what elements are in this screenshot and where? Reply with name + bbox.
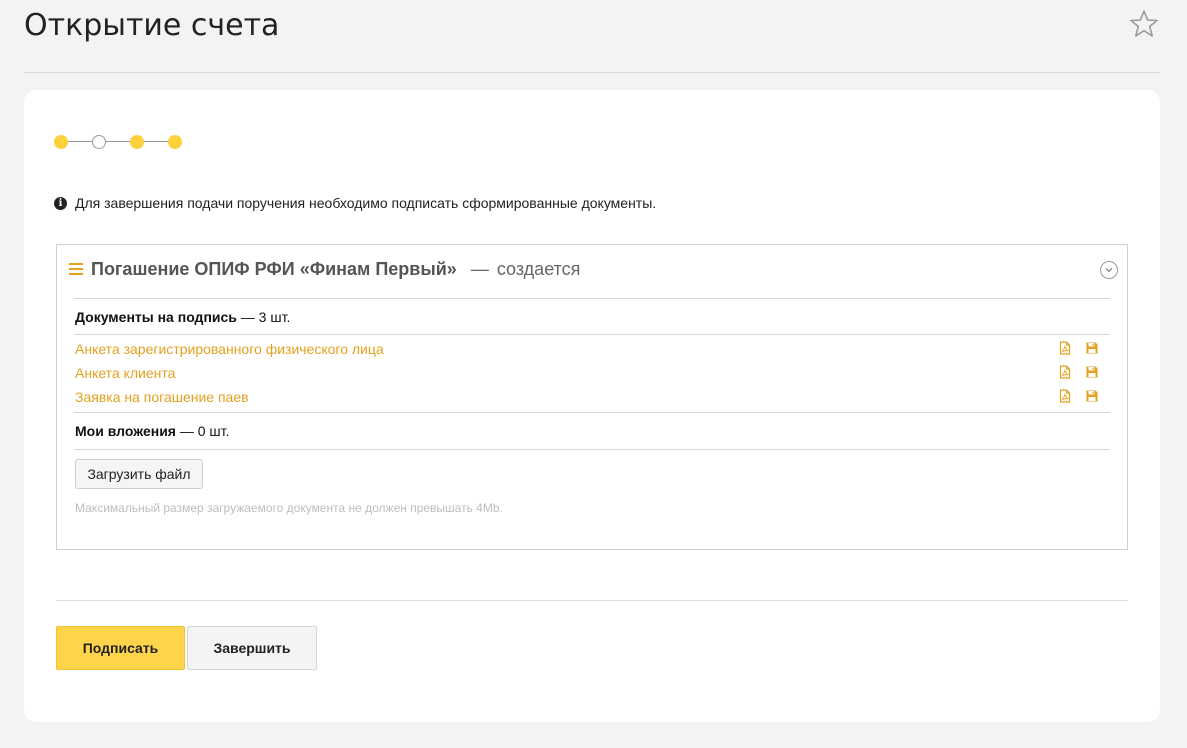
- divider: [74, 334, 1110, 335]
- favorite-star-icon[interactable]: [1128, 8, 1160, 40]
- upload-file-button[interactable]: Загрузить файл: [75, 459, 203, 489]
- pdf-icon[interactable]: [1058, 389, 1072, 403]
- finish-button[interactable]: Завершить: [187, 626, 317, 670]
- panel-header: Погашение ОПИФ РФИ «Финам Первый» — созд…: [69, 257, 580, 281]
- divider: [74, 412, 1110, 413]
- info-message: i Для завершения подачи поручения необхо…: [54, 195, 656, 211]
- panel-dash: —: [470, 258, 489, 279]
- attachments-label: Мои вложения: [75, 423, 176, 439]
- main-card: i Для завершения подачи поручения необхо…: [24, 90, 1160, 722]
- step-4-dot: [168, 135, 182, 149]
- document-row: Заявка на погашение паев: [75, 386, 1119, 408]
- save-icon[interactable]: [1085, 341, 1099, 355]
- upload-size-hint: Максимальный размер загружаемого докумен…: [75, 501, 503, 515]
- collapse-chevron-icon[interactable]: [1100, 261, 1118, 279]
- documents-label: Документы на подпись: [75, 309, 237, 325]
- menu-lines-icon: [69, 263, 83, 275]
- sign-button[interactable]: Подписать: [56, 626, 185, 670]
- stepper-line: [64, 141, 176, 142]
- document-row: Анкета клиента: [75, 362, 1119, 384]
- document-link[interactable]: Заявка на погашение паев: [75, 389, 249, 405]
- progress-stepper: [54, 134, 184, 150]
- info-text: Для завершения подачи поручения необходи…: [75, 195, 657, 211]
- attachments-section-label: Мои вложения — 0 шт.: [75, 423, 229, 439]
- info-icon: i: [54, 196, 67, 210]
- pdf-icon[interactable]: [1058, 365, 1072, 379]
- divider: [74, 449, 1110, 450]
- actions-divider: [56, 600, 1128, 601]
- documents-section-label: Документы на подпись — 3 шт.: [75, 309, 290, 325]
- document-link[interactable]: Анкета клиента: [75, 365, 175, 381]
- page-title: Открытие счета: [24, 8, 280, 43]
- divider: [74, 298, 1110, 299]
- document-row: Анкета зарегистрированного физического л…: [75, 338, 1119, 360]
- save-icon[interactable]: [1085, 389, 1099, 403]
- document-link[interactable]: Анкета зарегистрированного физического л…: [75, 341, 384, 357]
- title-divider: [24, 72, 1160, 73]
- attachments-count: — 0 шт.: [179, 423, 230, 439]
- documents-count: — 3 шт.: [240, 309, 291, 325]
- pdf-icon[interactable]: [1058, 341, 1072, 355]
- step-3-dot: [130, 135, 144, 149]
- save-icon[interactable]: [1085, 365, 1099, 379]
- order-panel: Погашение ОПИФ РФИ «Финам Первый» — созд…: [56, 244, 1128, 550]
- step-1-dot: [54, 135, 68, 149]
- panel-title: Погашение ОПИФ РФИ «Финам Первый»: [91, 258, 457, 279]
- panel-status: создается: [496, 258, 581, 279]
- step-2-dot: [92, 135, 106, 149]
